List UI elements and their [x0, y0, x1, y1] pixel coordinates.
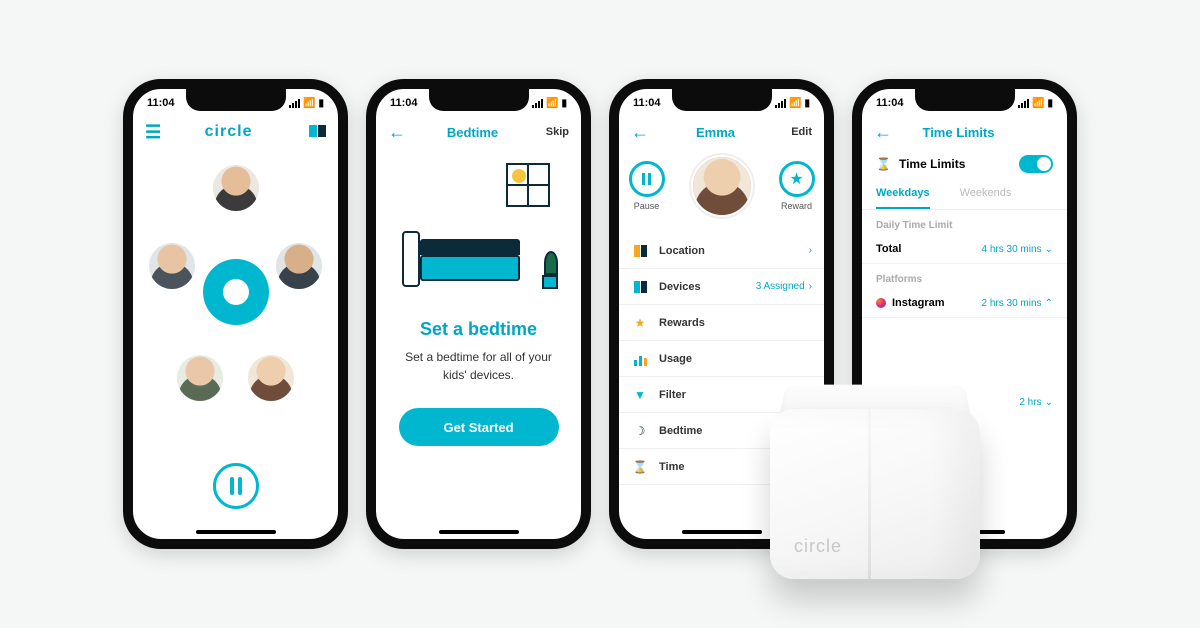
circle-device: circle	[760, 373, 990, 583]
row-rewards[interactable]: ★ Rewards	[619, 305, 824, 341]
phone-home: 11:04 📶▮ ☰ circle	[123, 79, 348, 549]
home-indicator	[196, 530, 276, 534]
row-total[interactable]: Total 4 hrs 30 mins ⌄	[862, 235, 1067, 264]
nav-title: Time Limits	[892, 125, 1025, 140]
notch	[672, 89, 772, 111]
notch	[915, 89, 1015, 111]
total-label: Total	[876, 243, 901, 255]
usage-icon	[631, 352, 649, 366]
home-indicator	[439, 530, 519, 534]
time-limits-label: Time Limits	[899, 157, 1019, 171]
section-daily: Daily Time Limit	[862, 210, 1067, 235]
get-started-button[interactable]: Get Started	[399, 408, 559, 446]
row-instagram[interactable]: Instagram 2 hrs 30 mins ⌃	[862, 289, 1067, 318]
moon-icon: ☽	[631, 424, 649, 438]
status-indicators: 📶▮	[289, 98, 324, 109]
time-limits-toggle[interactable]	[1019, 155, 1053, 173]
star-icon: ★	[779, 161, 815, 197]
notch	[429, 89, 529, 111]
avatar-member-4[interactable]	[177, 355, 223, 401]
back-icon[interactable]: ←	[388, 122, 406, 143]
platform-value: 2 hrs 30 mins	[982, 298, 1042, 309]
avatar-member-5[interactable]	[248, 355, 294, 401]
pause-action[interactable]: Pause	[629, 161, 665, 211]
avatar-member-2[interactable]	[149, 243, 195, 289]
status-time: 11:04	[390, 97, 418, 109]
back-icon[interactable]: ←	[874, 122, 892, 143]
reward-action[interactable]: ★ Reward	[779, 161, 815, 211]
top-nav: ← Bedtime Skip	[376, 117, 581, 147]
chevron-right-icon: ›	[809, 281, 812, 292]
location-icon	[631, 244, 649, 258]
phone-bedtime: 11:04 📶▮ ← Bedtime Skip Set a bedtime Se…	[366, 79, 591, 549]
hamburger-icon[interactable]: ☰	[145, 122, 161, 143]
avatar-member-1[interactable]	[213, 165, 259, 211]
profile-avatar[interactable]	[691, 155, 753, 217]
time-limits-toggle-row: ⌛ Time Limits	[862, 147, 1067, 181]
tab-weekdays[interactable]: Weekdays	[876, 181, 930, 209]
row-label: Usage	[659, 353, 812, 365]
platform-label: Instagram	[892, 297, 945, 309]
device-brand: circle	[794, 536, 842, 557]
nav-title: Bedtime	[406, 125, 539, 140]
status-indicators: 📶▮	[532, 98, 567, 109]
edit-button[interactable]: Edit	[782, 126, 812, 138]
extra-value: 2 hrs	[1019, 397, 1041, 408]
home-indicator	[682, 530, 762, 534]
instagram-icon	[876, 298, 886, 308]
status-indicators: 📶▮	[775, 98, 810, 109]
profile-actions: Pause ★ Reward	[619, 155, 824, 217]
pause-icon	[629, 161, 665, 197]
bedtime-illustration	[384, 157, 574, 297]
notch	[186, 89, 286, 111]
hourglass-icon: ⌛	[631, 460, 649, 474]
center-hub[interactable]	[203, 259, 269, 325]
skip-button[interactable]: Skip	[539, 126, 569, 138]
brand-logo: circle	[205, 123, 253, 141]
filter-icon: ▼	[631, 388, 649, 402]
chevron-up-icon: ⌃	[1045, 298, 1053, 309]
row-devices[interactable]: Devices 3 Assigned ›	[619, 269, 824, 305]
chevron-down-icon: ⌄	[1045, 244, 1053, 255]
status-time: 11:04	[633, 97, 661, 109]
total-value: 4 hrs 30 mins	[982, 244, 1042, 255]
tab-row: Weekdays Weekends	[862, 181, 1067, 210]
row-label: Rewards	[659, 317, 812, 329]
top-nav: ← Time Limits	[862, 117, 1067, 147]
device-front: circle	[770, 409, 980, 579]
device-status-icon[interactable]	[296, 125, 326, 140]
row-usage[interactable]: Usage	[619, 341, 824, 377]
hourglass-icon: ⌛	[876, 157, 891, 171]
row-value: 3 Assigned	[756, 281, 805, 292]
top-nav: ← Emma Edit	[619, 117, 824, 147]
back-icon[interactable]: ←	[631, 122, 649, 143]
bedtime-heading: Set a bedtime	[376, 319, 581, 340]
rewards-icon: ★	[631, 316, 649, 330]
pause-label: Pause	[634, 201, 660, 211]
avatar-member-3[interactable]	[276, 243, 322, 289]
pause-all-button[interactable]	[213, 463, 259, 509]
status-time: 11:04	[147, 97, 175, 109]
tab-weekends[interactable]: Weekends	[960, 181, 1012, 209]
status-indicators: 📶▮	[1018, 98, 1053, 109]
row-label: Location	[659, 245, 809, 257]
bedtime-subtitle: Set a bedtime for all of your kids' devi…	[394, 348, 563, 384]
devices-icon	[631, 280, 649, 294]
row-location[interactable]: Location ›	[619, 233, 824, 269]
top-nav: ☰ circle	[133, 117, 338, 147]
chevron-down-icon: ⌄	[1045, 397, 1053, 408]
section-platforms: Platforms	[862, 264, 1067, 289]
status-time: 11:04	[876, 97, 904, 109]
profile-name: Emma	[649, 125, 782, 140]
chevron-right-icon: ›	[809, 245, 812, 256]
reward-label: Reward	[781, 201, 812, 211]
family-radial	[133, 147, 338, 437]
row-label: Devices	[659, 281, 756, 293]
